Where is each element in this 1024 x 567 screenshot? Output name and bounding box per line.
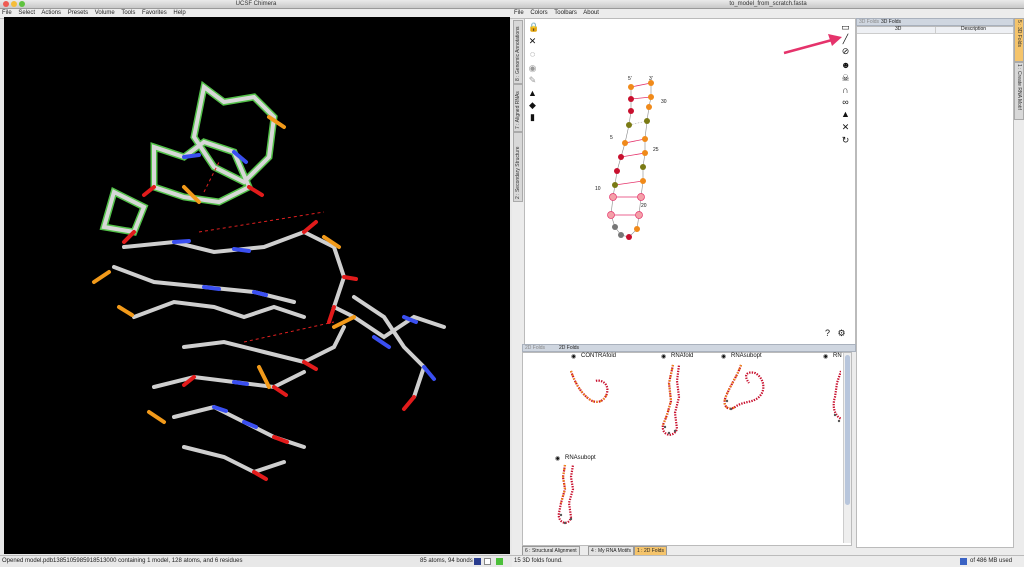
menu-tools[interactable]: Tools bbox=[121, 10, 135, 16]
folds-2d-vertical-scrollbar[interactable] bbox=[843, 353, 851, 543]
refresh-icon[interactable]: ↻ bbox=[841, 136, 850, 145]
lock-icon[interactable]: 🔒 bbox=[528, 23, 539, 32]
selection-status-icon[interactable] bbox=[496, 558, 503, 565]
close-window-button[interactable] bbox=[3, 1, 9, 7]
label-20: 20 bbox=[641, 203, 647, 209]
reset-icon[interactable]: ◌ bbox=[528, 50, 537, 59]
bar-chart-icon[interactable]: ▮ bbox=[528, 113, 537, 122]
folds-3d-table[interactable]: 3D Description bbox=[856, 26, 1014, 548]
tag-icon[interactable]: ◆ bbox=[528, 101, 537, 110]
skull-icon[interactable]: ☠ bbox=[841, 74, 850, 83]
label-5prime: 5' bbox=[628, 76, 632, 82]
menu-select[interactable]: Select bbox=[18, 10, 35, 16]
folds-2d-list[interactable]: ◉ CONTRAfold ◉ RNAfold ◉ RNAsubopt ◉ RN … bbox=[522, 352, 852, 546]
rna-menu-about[interactable]: About bbox=[583, 10, 599, 16]
minimize-window-button[interactable] bbox=[11, 1, 17, 7]
rna-app-window: to_model_from_scratch.fasta File Colors … bbox=[512, 0, 1024, 567]
label-10: 10 bbox=[595, 186, 601, 192]
chimera-status-message: Opened model.pdb1385105985918513000 cont… bbox=[2, 558, 243, 564]
tab-aligned-rnas[interactable]: 7 : Aligned RNAs bbox=[513, 84, 523, 132]
folds-3d-header: 3D Folds 3D Folds bbox=[856, 18, 1014, 26]
folds-2d-scroll-thumb[interactable] bbox=[845, 355, 850, 505]
tab-create-rna-motif[interactable]: 1 : Create RNA Motif bbox=[1014, 62, 1024, 120]
folds-2d-header: 2D Folds 2D Folds bbox=[522, 344, 856, 352]
screen-icon[interactable]: ▭ bbox=[841, 23, 850, 32]
rna-status-message: 15 3D folds found. bbox=[514, 558, 563, 564]
menu-favorites[interactable]: Favorites bbox=[142, 10, 167, 16]
magnet-icon[interactable]: ∩ bbox=[841, 86, 850, 95]
face-icon[interactable]: ☻ bbox=[841, 61, 850, 70]
folds-3d-table-header: 3D Description bbox=[857, 26, 1013, 34]
memory-usage: of 486 MB used bbox=[970, 558, 1013, 564]
rna-menu-colors[interactable]: Colors bbox=[530, 10, 547, 16]
fold-thumbnails bbox=[557, 364, 841, 525]
link-icon[interactable]: ∞ bbox=[841, 98, 850, 107]
label-25: 25 bbox=[653, 147, 659, 153]
label-3prime: 3' bbox=[649, 76, 653, 82]
menu-actions[interactable]: Actions bbox=[41, 10, 61, 16]
help-icon[interactable]: ? bbox=[823, 329, 832, 338]
brush-tool-icon[interactable]: ▲ bbox=[841, 110, 850, 119]
secondary-structure-canvas[interactable]: 🔒 ✕ ◌ ◉ ✎ ▲ ◆ ▮ 5' 3' 30 5 25 10 20 ▭ ╱ … bbox=[524, 18, 856, 346]
chimera-atom-count: 85 atoms, 94 bonds bbox=[420, 558, 473, 564]
label-30: 30 bbox=[661, 99, 667, 105]
rna-statusbar: 15 3D folds found. of 486 MB used bbox=[512, 555, 1024, 567]
tab-genomic-annotations[interactable]: 8 : Genomic Annotations bbox=[513, 20, 523, 84]
col-description[interactable]: Description bbox=[961, 26, 986, 32]
selection-inspector-icon[interactable] bbox=[484, 558, 491, 565]
folds-2d-title: 2D Folds bbox=[559, 345, 580, 351]
eye-icon[interactable]: ◉ bbox=[528, 64, 537, 73]
rna-title: to_model_from_scratch.fasta bbox=[729, 1, 807, 7]
memory-icon bbox=[960, 558, 967, 565]
molecule-viewer[interactable] bbox=[4, 17, 510, 554]
zoom-window-button[interactable] bbox=[19, 1, 25, 7]
col-divider bbox=[935, 27, 936, 33]
col-3d[interactable]: 3D bbox=[895, 26, 901, 32]
molecule-render bbox=[92, 80, 446, 481]
chimera-statusbar: Opened model.pdb1385105985918513000 cont… bbox=[0, 555, 512, 567]
chimera-title: UCSF Chimera bbox=[235, 1, 277, 7]
folds-3d-title: 3D Folds bbox=[881, 19, 902, 25]
collapse-icon[interactable]: ✕ bbox=[528, 37, 537, 46]
chimera-window: UCSF Chimera File Select Actions Presets… bbox=[0, 0, 512, 567]
brush-icon[interactable]: ▲ bbox=[528, 89, 537, 98]
tab-secondary-structure[interactable]: 2 : Secondary Structure bbox=[513, 132, 523, 202]
rna-menu-file[interactable]: File bbox=[514, 10, 524, 16]
folds-2d-close-tab[interactable]: 2D Folds bbox=[525, 345, 545, 351]
collapse-right-icon[interactable]: ✕ bbox=[841, 123, 850, 132]
command-line-icon[interactable] bbox=[474, 558, 481, 565]
rna-hairpin-drawing bbox=[607, 80, 654, 240]
settings-gear-icon[interactable]: ⚙ bbox=[837, 329, 846, 338]
rna-menu-toolbars[interactable]: Toolbars bbox=[554, 10, 577, 16]
annotation-arrow bbox=[783, 34, 842, 55]
menu-file[interactable]: File bbox=[2, 10, 12, 16]
menu-presets[interactable]: Presets bbox=[68, 10, 88, 16]
tab-3d-folds[interactable]: 5 : 3D Folds bbox=[1014, 18, 1024, 62]
menu-volume[interactable]: Volume bbox=[95, 10, 115, 16]
label-5: 5 bbox=[610, 135, 613, 141]
chimera-titlebar: UCSF Chimera bbox=[0, 0, 512, 9]
wand-icon[interactable]: ✎ bbox=[528, 76, 537, 85]
rna-titlebar: to_model_from_scratch.fasta bbox=[512, 0, 1024, 9]
folds-3d-close-tab[interactable]: 3D Folds bbox=[859, 19, 879, 25]
menu-help[interactable]: Help bbox=[173, 10, 185, 16]
